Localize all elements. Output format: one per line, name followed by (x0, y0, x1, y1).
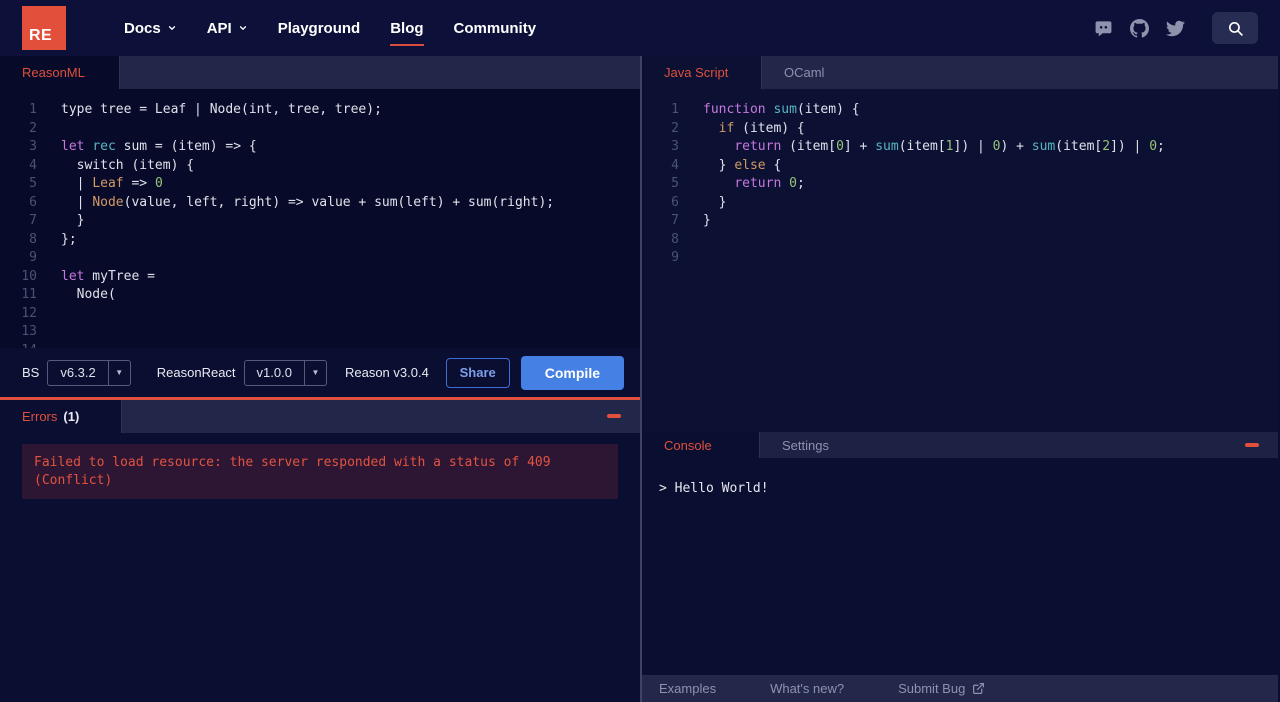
code-line: 6 } (642, 194, 1278, 213)
right-tabbar: Java Script OCaml (642, 56, 1278, 89)
line-number: 3 (29, 139, 37, 154)
console-output: > Hello World! (642, 458, 1278, 675)
nav-item-docs[interactable]: Docs (124, 20, 177, 37)
code-line: 3 return (item[0] + sum(item[1]) | 0) + … (642, 138, 1278, 157)
code-line: 9 (642, 249, 1278, 268)
nav-item-api[interactable]: API (207, 20, 248, 37)
search-button[interactable] (1212, 12, 1258, 44)
compile-toolbar: BS v6.3.2 ▼ ReasonReact v1.0.0 ▼ Reason … (0, 348, 640, 397)
code-line: 8 (642, 231, 1278, 250)
search-icon (1228, 21, 1243, 36)
code-line: 11 Node( (0, 286, 640, 305)
line-number: 2 (671, 120, 679, 136)
output-pane: Java Script OCaml 1 function sum(item) {2… (640, 56, 1278, 702)
line-number: 4 (29, 157, 37, 173)
line-number: 5 (671, 176, 679, 191)
footer-link-whats-new[interactable]: What's new? (770, 681, 844, 696)
tab-reasonml[interactable]: ReasonML (0, 56, 120, 89)
collapse-console-icon[interactable] (1245, 443, 1259, 447)
main-area: ReasonML 1 type tree = Leaf | Node(int, t… (0, 56, 1280, 702)
chevron-down-icon: ▼ (107, 360, 130, 385)
compile-button[interactable]: Compile (520, 355, 624, 390)
chevron-down-icon (239, 26, 246, 30)
tab-errors[interactable]: Errors (1) (0, 400, 122, 433)
code-line: 3 let rec sum = (item) => { (0, 138, 640, 157)
reasonreact-version-select[interactable]: v1.0.0 ▼ (243, 359, 327, 386)
external-link-icon (973, 683, 985, 694)
line-number: 9 (29, 250, 37, 265)
nav-item-community[interactable]: Community (454, 20, 537, 37)
line-number: 1 (29, 102, 37, 117)
line-number: 3 (671, 139, 679, 154)
line-number: 5 (29, 176, 37, 191)
line-number: 7 (29, 213, 37, 228)
footer-bar: Examples What's new? Submit Bug (642, 675, 1278, 702)
code-line: 9 (0, 249, 640, 268)
code-line: 12 (0, 305, 640, 324)
javascript-output-editor[interactable]: 1 function sum(item) {2 if (item) {3 retu… (642, 89, 1278, 432)
line-number: 4 (671, 157, 679, 173)
code-line: 10 let myTree = (0, 268, 640, 287)
console-log-line: > Hello World! (659, 481, 769, 496)
nav-social-icons (1094, 12, 1258, 44)
error-count-badge: (1) (63, 409, 80, 424)
footer-link-submit-bug[interactable]: Submit Bug (898, 681, 985, 696)
github-icon[interactable] (1130, 18, 1149, 38)
code-line: 1 type tree = Leaf | Node(int, tree, tree… (0, 101, 640, 120)
nav-item-playground[interactable]: Playground (278, 20, 361, 37)
footer-link-examples[interactable]: Examples (659, 681, 716, 696)
bs-label: BS (22, 365, 40, 380)
code-line: 6 | Node(value, left, right) => value + … (0, 194, 640, 213)
logo-text: RE (29, 27, 53, 44)
twitter-icon[interactable] (1166, 19, 1185, 38)
nav-item-blog[interactable]: Blog (390, 20, 424, 46)
line-number: 9 (671, 250, 679, 265)
code-line: 2 if (item) { (642, 120, 1278, 139)
line-number: 8 (671, 231, 679, 247)
line-number: 10 (21, 268, 37, 284)
code-line: 7 } (0, 212, 640, 231)
bs-version-select[interactable]: v6.3.2 ▼ (47, 359, 131, 386)
line-number: 11 (21, 287, 37, 302)
console-tabbar: Console Settings (642, 432, 1278, 458)
code-line: 13 (0, 323, 640, 342)
reason-editor-pane: ReasonML 1 type tree = Leaf | Node(int, t… (0, 56, 640, 702)
left-tabbar: ReasonML (0, 56, 640, 89)
errors-tabbar: Errors (1) (0, 400, 640, 433)
line-number: 6 (29, 194, 37, 210)
code-line: 5 | Leaf => 0 (0, 175, 640, 194)
nav-links: Docs API Playground Blog Community (124, 20, 537, 46)
code-line: 2 (0, 120, 640, 139)
code-line: 4 } else { (642, 157, 1278, 176)
error-message: Failed to load resource: the server resp… (22, 444, 618, 499)
tab-console[interactable]: Console (642, 432, 760, 458)
reasonreact-label: ReasonReact (156, 365, 236, 380)
line-number: 2 (29, 120, 37, 136)
collapse-errors-icon[interactable] (607, 414, 621, 418)
line-number: 13 (21, 324, 37, 339)
errors-panel: Failed to load resource: the server resp… (0, 433, 640, 702)
discord-icon[interactable] (1094, 19, 1113, 38)
line-number: 7 (671, 213, 679, 228)
code-line: 1 function sum(item) { (642, 101, 1278, 120)
reason-code-editor[interactable]: 1 type tree = Leaf | Node(int, tree, tree… (0, 89, 640, 348)
line-number: 6 (671, 194, 679, 210)
tab-settings[interactable]: Settings (760, 432, 878, 458)
line-number: 1 (671, 102, 679, 117)
reason-logo[interactable]: RE (22, 6, 66, 50)
line-number: 8 (29, 231, 37, 247)
code-line: 8}; (0, 231, 640, 250)
chevron-down-icon: ▼ (303, 360, 326, 385)
share-button[interactable]: Share (445, 357, 510, 388)
code-line: 5 return 0; (642, 175, 1278, 194)
chevron-down-icon (168, 26, 175, 30)
code-line: 4 switch (item) { (0, 157, 640, 176)
playground-app: RE Docs API Playground Blog Community Re… (0, 0, 1280, 702)
reason-version-label: Reason v3.0.4 (344, 365, 429, 380)
top-navbar: RE Docs API Playground Blog Community (0, 0, 1280, 56)
code-line: 7} (642, 212, 1278, 231)
tab-ocaml[interactable]: OCaml (762, 56, 882, 89)
tab-javascript[interactable]: Java Script (642, 56, 762, 89)
line-number: 12 (21, 305, 37, 321)
